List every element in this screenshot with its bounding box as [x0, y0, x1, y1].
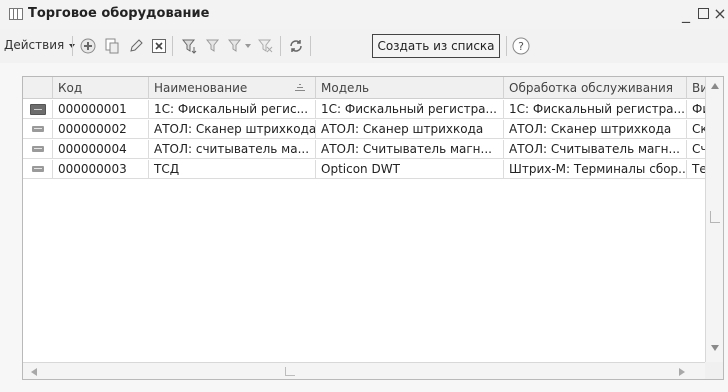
minimize-button[interactable]: _	[677, 4, 695, 24]
filter-by-value-icon[interactable]	[206, 38, 222, 54]
toolbar-separator	[172, 36, 173, 56]
scroll-thumb[interactable]	[710, 211, 720, 223]
cell-handler: Штрих-М: Терминалы сбор...	[504, 160, 687, 179]
clear-filter-icon[interactable]	[258, 38, 274, 54]
maximize-icon	[697, 8, 709, 19]
cell-name: АТОЛ: Сканер штрихкода	[149, 120, 316, 139]
table-row[interactable]: 000000002 АТОЛ: Сканер штрихкода АТОЛ: С…	[23, 120, 707, 139]
cell-handler: 1С: Фискальный регистра...	[504, 100, 687, 119]
cell-model: АТОЛ: Считыватель магн...	[316, 140, 504, 159]
equipment-item-icon	[30, 104, 46, 115]
cell-handler: АТОЛ: Сканер штрихкода	[504, 120, 687, 139]
toolbar-separator	[506, 36, 507, 56]
scroll-thumb[interactable]	[285, 367, 295, 376]
cell-model: Opticon DWT	[316, 160, 504, 179]
table-header: Код Наименование Модель Обработка обслуж…	[23, 77, 707, 99]
column-header-name-label: Наименование	[154, 81, 248, 95]
toolbar-separator	[280, 36, 281, 56]
cell-kind: Сч	[692, 142, 707, 156]
row-icon-cell	[23, 160, 53, 179]
title-bar: Торговое оборудование _ ×	[0, 0, 728, 29]
equipment-table: Код Наименование Модель Обработка обслуж…	[22, 76, 724, 380]
toolbar-separator	[72, 36, 73, 56]
table-icon	[9, 8, 23, 20]
table-row[interactable]: 000000003 ТСД Opticon DWT Штрих-М: Терми…	[23, 160, 707, 179]
chevron-down-icon[interactable]	[245, 44, 251, 48]
filter-icon[interactable]	[182, 38, 198, 54]
row-icon-cell	[23, 140, 53, 159]
column-header-name[interactable]: Наименование	[149, 77, 316, 99]
add-icon[interactable]	[80, 38, 96, 54]
cell-code: 000000004	[53, 140, 149, 159]
equipment-item-icon	[32, 126, 44, 132]
toolbar-separator	[310, 36, 311, 56]
column-header-code[interactable]: Код	[53, 77, 149, 99]
scroll-down-icon[interactable]	[711, 345, 719, 351]
scroll-up-icon[interactable]	[711, 83, 719, 89]
maximize-button[interactable]	[694, 4, 712, 24]
copy-icon[interactable]	[104, 38, 120, 54]
cell-code: 000000002	[53, 120, 149, 139]
cell-code: 000000001	[53, 100, 149, 119]
window: Торговое оборудование _ × Действия Созда…	[0, 0, 728, 392]
svg-text:?: ?	[518, 40, 524, 53]
toolbar: Действия Создать из списка ?	[0, 29, 728, 63]
table-row[interactable]: 000000001 1С: Фискальный регис... 1С: Фи…	[23, 100, 707, 119]
scroll-right-icon[interactable]	[679, 368, 685, 376]
scrollbar-corner	[705, 362, 723, 379]
cell-kind: Фи	[692, 102, 707, 116]
scroll-left-icon[interactable]	[31, 368, 37, 376]
table-row[interactable]: 000000004 АТОЛ: считыватель ма... АТОЛ: …	[23, 140, 707, 159]
cell-kind: Те	[692, 162, 707, 176]
delete-icon[interactable]	[151, 38, 167, 54]
row-icon-cell	[23, 120, 53, 139]
sort-ascending-icon	[295, 82, 305, 92]
column-header-icon[interactable]	[23, 77, 53, 99]
close-button[interactable]: ×	[711, 4, 728, 24]
cell-name: 1С: Фискальный регис...	[149, 100, 316, 119]
edit-icon[interactable]	[128, 38, 144, 54]
horizontal-scrollbar[interactable]	[23, 362, 705, 379]
cell-model: АТОЛ: Сканер штрихкода	[316, 120, 504, 139]
cell-name: ТСД	[149, 160, 316, 179]
cell-model: 1С: Фискальный регистра...	[316, 100, 504, 119]
actions-menu-button[interactable]: Действия	[4, 38, 76, 52]
equipment-item-icon	[32, 166, 44, 172]
row-icon-cell	[23, 100, 53, 119]
column-header-handler[interactable]: Обработка обслуживания	[504, 77, 687, 99]
create-from-list-button[interactable]: Создать из списка	[372, 34, 500, 58]
equipment-item-icon	[32, 146, 44, 152]
vertical-scrollbar[interactable]	[705, 77, 723, 362]
help-icon[interactable]: ?	[512, 37, 530, 55]
cell-name: АТОЛ: считыватель ма...	[149, 140, 316, 159]
column-header-model[interactable]: Модель	[316, 77, 504, 99]
column-header-kind[interactable]: Ви	[687, 77, 707, 99]
window-title: Торговое оборудование	[28, 6, 210, 21]
refresh-icon[interactable]	[288, 38, 304, 54]
filter-history-icon[interactable]	[228, 38, 244, 54]
cell-code: 000000003	[53, 160, 149, 179]
cell-handler: АТОЛ: Считыватель магн...	[504, 140, 687, 159]
cell-kind: Ск	[692, 122, 707, 136]
actions-label: Действия	[4, 38, 65, 52]
